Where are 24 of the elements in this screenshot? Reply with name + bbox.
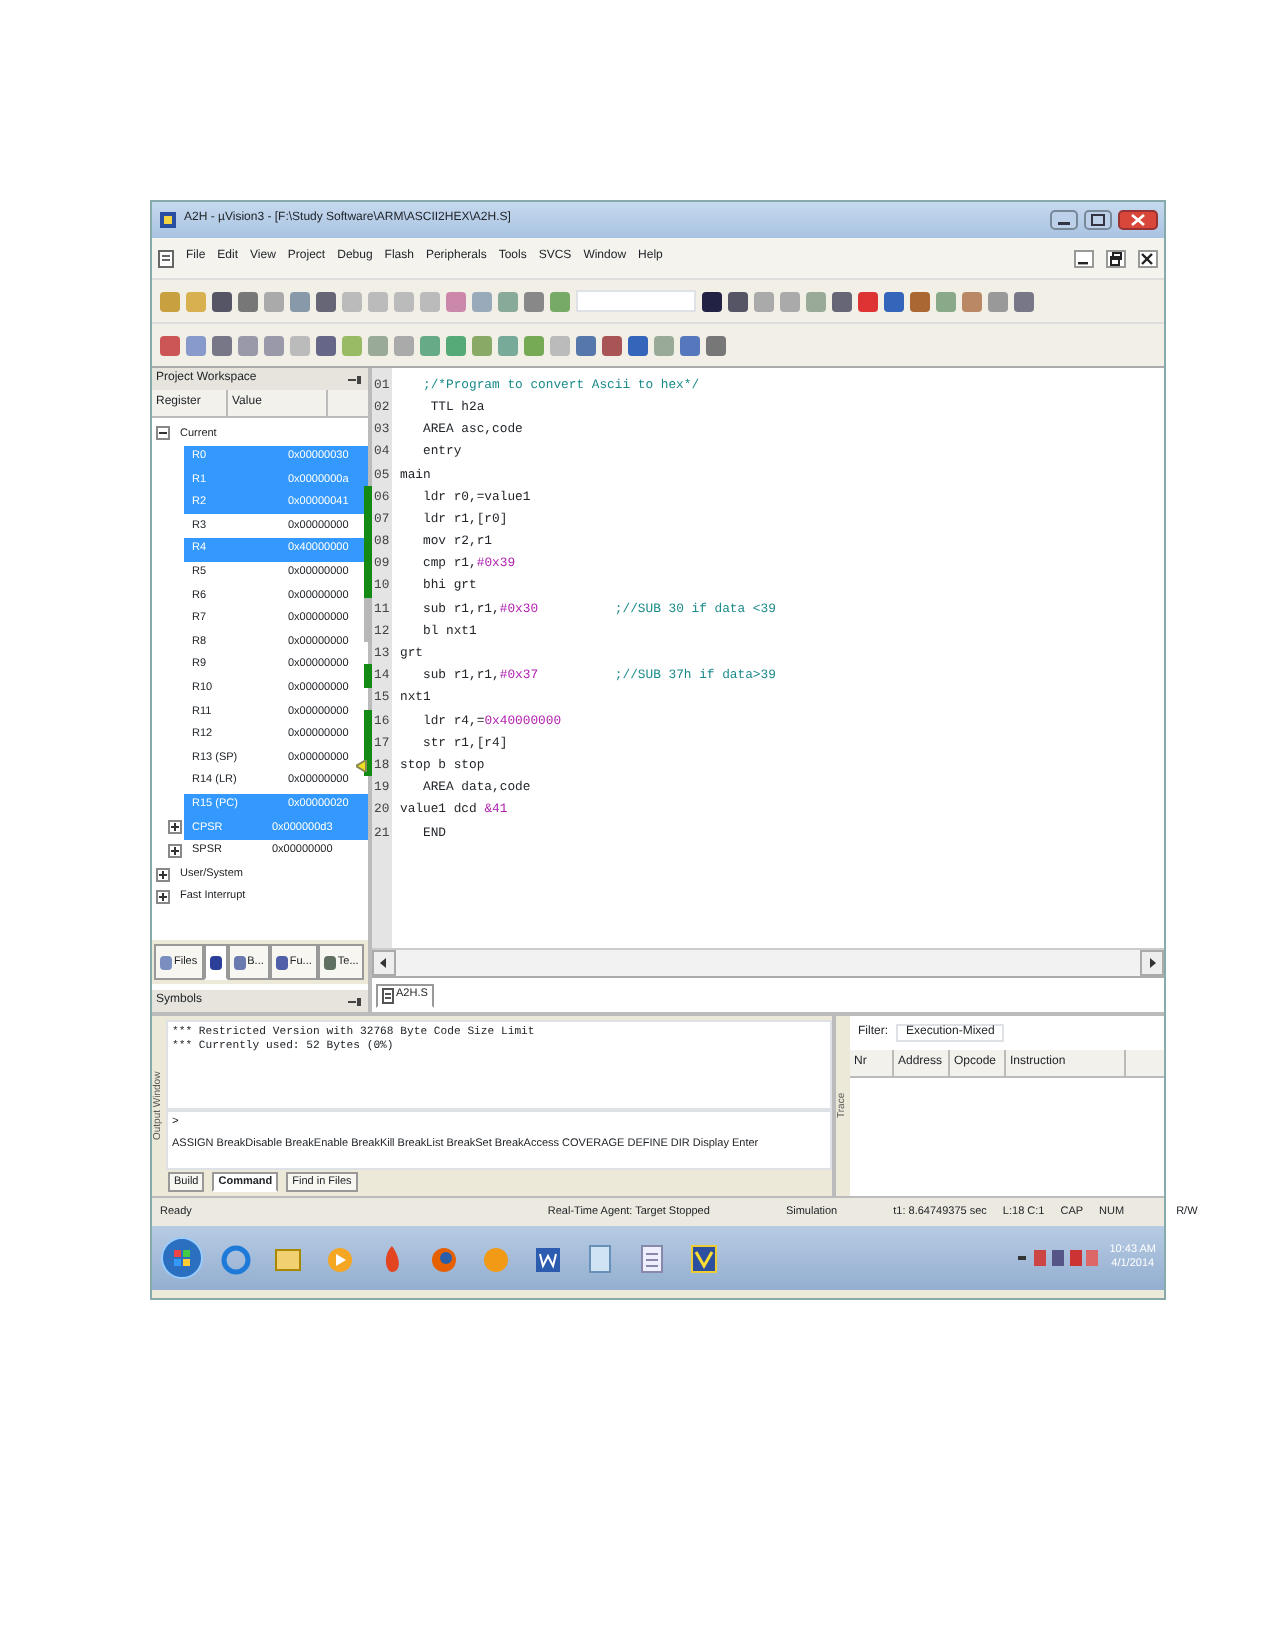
- panel-tab[interactable]: [203, 944, 228, 980]
- expander-icon[interactable]: [168, 843, 182, 858]
- expander-icon[interactable]: [156, 890, 170, 905]
- minimize-icon[interactable]: [1074, 249, 1094, 267]
- minimize-icon[interactable]: [1050, 210, 1078, 230]
- maximize-icon[interactable]: [1084, 210, 1112, 230]
- document-icon: [158, 249, 174, 267]
- pin-icon[interactable]: [346, 373, 364, 385]
- scroll-left-icon[interactable]: [372, 950, 396, 976]
- expander-icon[interactable]: [168, 820, 182, 835]
- expander-icon[interactable]: [156, 867, 170, 882]
- pin-icon[interactable]: [346, 995, 364, 1007]
- scroll-right-icon[interactable]: [1140, 950, 1164, 976]
- tray-icons[interactable]: [1017, 1248, 1098, 1268]
- combo-field[interactable]: [576, 290, 696, 312]
- close-icon[interactable]: [1118, 210, 1158, 230]
- restore-icon[interactable]: [1106, 249, 1126, 267]
- app-icon: [158, 210, 178, 230]
- close-icon[interactable]: [1138, 249, 1158, 267]
- document-icon: [382, 987, 394, 1003]
- start-orb-icon[interactable]: [160, 1236, 204, 1280]
- expander-icon[interactable]: [156, 426, 170, 441]
- document-icon: [584, 1241, 616, 1275]
- notepad-icon: [636, 1241, 668, 1275]
